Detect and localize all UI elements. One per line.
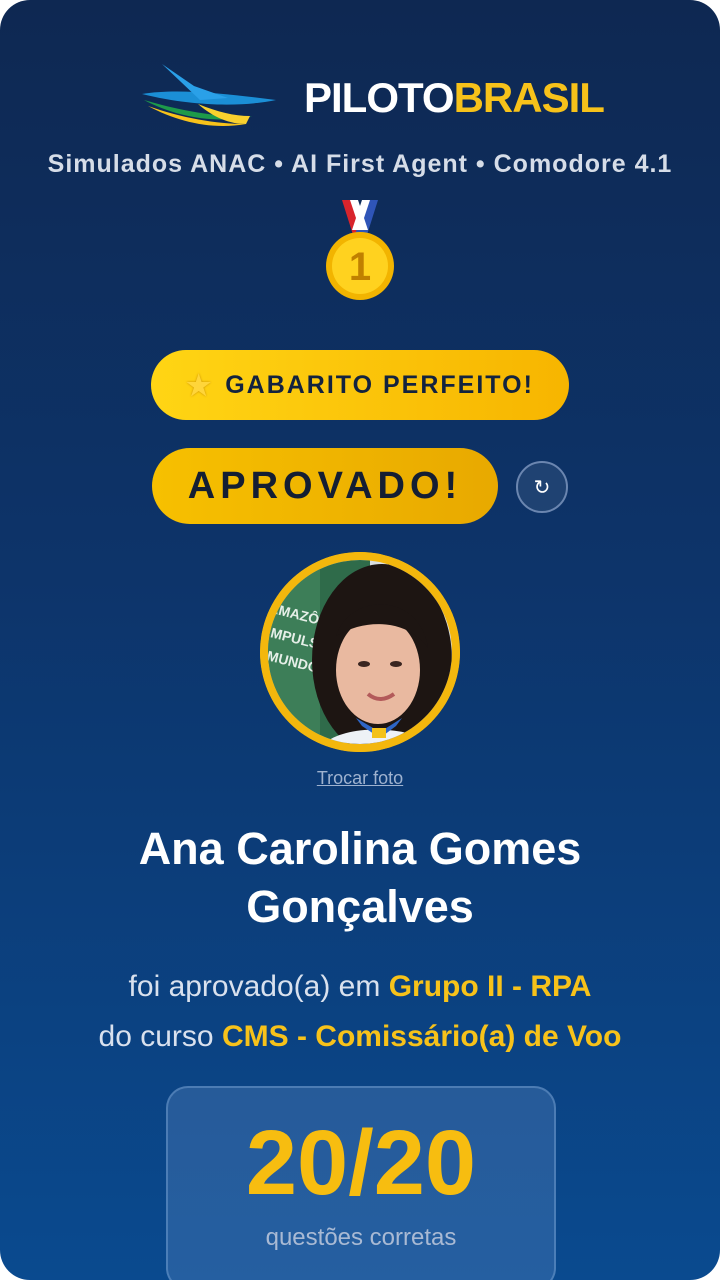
approval-message: foi aprovado(a) em Grupo II - RPA do cur… — [0, 962, 720, 1062]
perfect-score-badge: ★ GABARITO PERFEITO! — [151, 350, 569, 420]
avatar-photo: AMAZÔNIA IMPULSÃO MUNDO — [260, 552, 460, 752]
brand-name-part2: BRASIL — [453, 74, 605, 121]
score-value: 20/20 — [245, 1112, 477, 1214]
brand-header: PILOTOBRASIL — [0, 58, 720, 138]
approval-line-2: do curso CMS - Comissário(a) de Voo — [0, 1012, 720, 1062]
student-name: Ana Carolina Gomes Gonçalves — [138, 823, 582, 932]
medal-number: 1 — [349, 245, 371, 289]
score-label: questões corretas — [265, 1224, 457, 1251]
brand-name-part1: PILOTO — [304, 74, 455, 121]
score-box: 20/20 questões corretas — [166, 1086, 556, 1280]
avatar[interactable]: AMAZÔNIA IMPULSÃO MUNDO — [260, 552, 460, 752]
approval-line-2-prefix: do curso — [98, 1020, 222, 1053]
approval-line-1-prefix: foi aprovado(a) em — [128, 970, 389, 1003]
refresh-icon: ↻ — [533, 476, 551, 499]
subtitle: Simulados ANAC • AI First Agent • Comodo… — [47, 150, 673, 178]
group-name: Grupo II - RPA — [388, 970, 592, 1003]
course-name: CMS - Comissário(a) de Voo — [221, 1020, 622, 1053]
approval-line-1: foi aprovado(a) em Grupo II - RPA — [0, 962, 720, 1012]
change-photo-link[interactable]: Trocar foto — [0, 768, 720, 789]
refresh-button[interactable]: ↻ — [516, 461, 568, 513]
certificate-card: PILOTOBRASIL Simulados ANAC • AI First A… — [0, 0, 720, 1280]
brand-name: PILOTOBRASIL — [304, 74, 605, 122]
perfect-score-label: GABARITO PERFEITO! — [225, 370, 534, 399]
plane-logo-icon — [142, 64, 276, 126]
star-icon: ★ — [186, 369, 214, 401]
first-place-medal-icon: 1 — [326, 200, 394, 300]
approved-badge: APROVADO! — [152, 448, 498, 524]
